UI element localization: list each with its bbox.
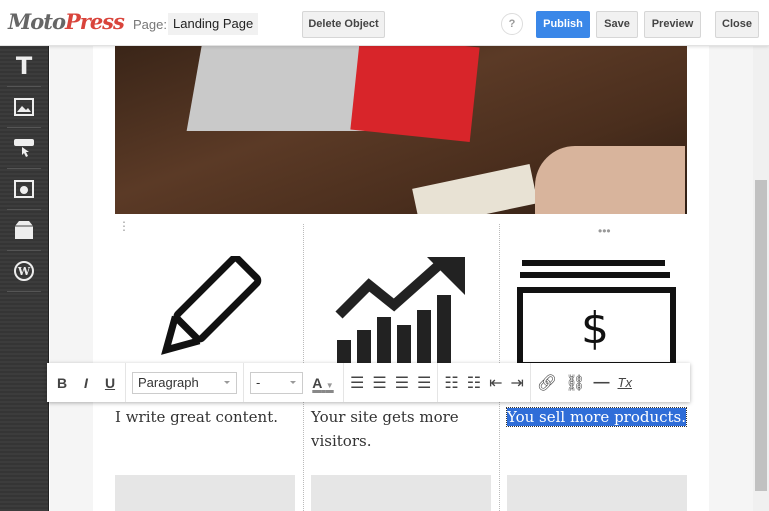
save-button[interactable]: Save (596, 11, 638, 38)
align-justify-icon[interactable]: ☰ (417, 373, 431, 393)
header: MotoPress Page: Landing Page Delete Obje… (0, 0, 769, 46)
text-icon: T (15, 52, 33, 80)
publish-button[interactable]: Publish (536, 11, 590, 38)
wordpress-icon: W (14, 261, 34, 281)
sidebar-item-wordpress[interactable]: W (7, 251, 41, 292)
svg-text:$: $ (581, 303, 609, 354)
italic-button[interactable]: I (77, 375, 95, 391)
column-text[interactable]: Your site gets more visitors. (311, 405, 496, 453)
placeholder-block (115, 475, 295, 511)
svg-text:W: W (17, 265, 31, 278)
unlink-icon[interactable]: ⛓ (565, 373, 585, 393)
text-color-button[interactable]: A ▼ (309, 375, 337, 391)
scrollbar-thumb[interactable] (755, 180, 767, 491)
font-size-select[interactable]: - (250, 371, 303, 394)
outdent-icon[interactable]: ⇤ (489, 373, 502, 393)
align-right-icon[interactable]: ☰ (395, 373, 409, 393)
selected-text[interactable]: You sell more products. (505, 407, 688, 427)
text-editor-toolbar: BIU Paragraph - A ▼ ☰ ☰ ☰ ☰ ☷ ☷ ⇤ ⇥ 🔗︎ ⛓ — Tx (47, 363, 690, 402)
delete-object-button[interactable]: Delete Object (302, 11, 385, 38)
link-icon[interactable]: 🔗︎ (537, 373, 557, 393)
sidebar-item-video[interactable] (7, 169, 41, 210)
column-text[interactable]: You sell more products. (505, 405, 688, 429)
sidebar-item-button[interactable] (7, 128, 41, 169)
help-button[interactable]: ? (501, 13, 523, 35)
box-icon (15, 221, 33, 239)
chevron-down-icon (290, 380, 296, 387)
sidebar-item-text[interactable]: T (7, 46, 41, 87)
indent-icon[interactable]: ⇥ (510, 373, 523, 393)
bold-button[interactable]: B (53, 375, 71, 391)
drag-handle-icon[interactable]: ⋮ (118, 220, 130, 232)
hero-image (115, 46, 687, 214)
pencil-icon (161, 256, 262, 355)
align-left-icon[interactable]: ☰ (350, 373, 364, 393)
more-icon[interactable]: ••• (598, 224, 611, 238)
video-icon (14, 180, 34, 198)
numbered-list-icon[interactable]: ☷ (444, 373, 458, 393)
page-label: Page: (133, 17, 167, 32)
align-center-icon[interactable]: ☰ (372, 373, 386, 393)
bullet-list-icon[interactable]: ☷ (467, 373, 481, 393)
placeholder-block (507, 475, 687, 511)
placeholder-block (311, 475, 491, 511)
horizontal-rule-icon[interactable]: — (594, 374, 610, 392)
money-icon: $ (517, 260, 676, 366)
format-select[interactable]: Paragraph (132, 371, 237, 394)
growth-chart-icon (335, 257, 465, 365)
preview-button[interactable]: Preview (644, 11, 701, 38)
chevron-down-icon (224, 380, 230, 387)
widget-sidebar: T W (0, 46, 49, 511)
clear-format-button[interactable]: Tx (618, 375, 632, 390)
canvas-margin (50, 46, 93, 511)
canvas-margin (709, 46, 753, 511)
column-text[interactable]: I write great content. (115, 405, 300, 429)
underline-button[interactable]: U (101, 375, 119, 391)
motopress-logo: MotoPress (8, 9, 125, 34)
image-icon (14, 98, 34, 116)
page-name-select[interactable]: Landing Page (168, 13, 259, 35)
close-button[interactable]: Close (715, 11, 759, 38)
sidebar-item-widget[interactable] (7, 210, 41, 251)
sidebar-item-image[interactable] (7, 87, 41, 128)
button-click-icon (14, 139, 34, 157)
